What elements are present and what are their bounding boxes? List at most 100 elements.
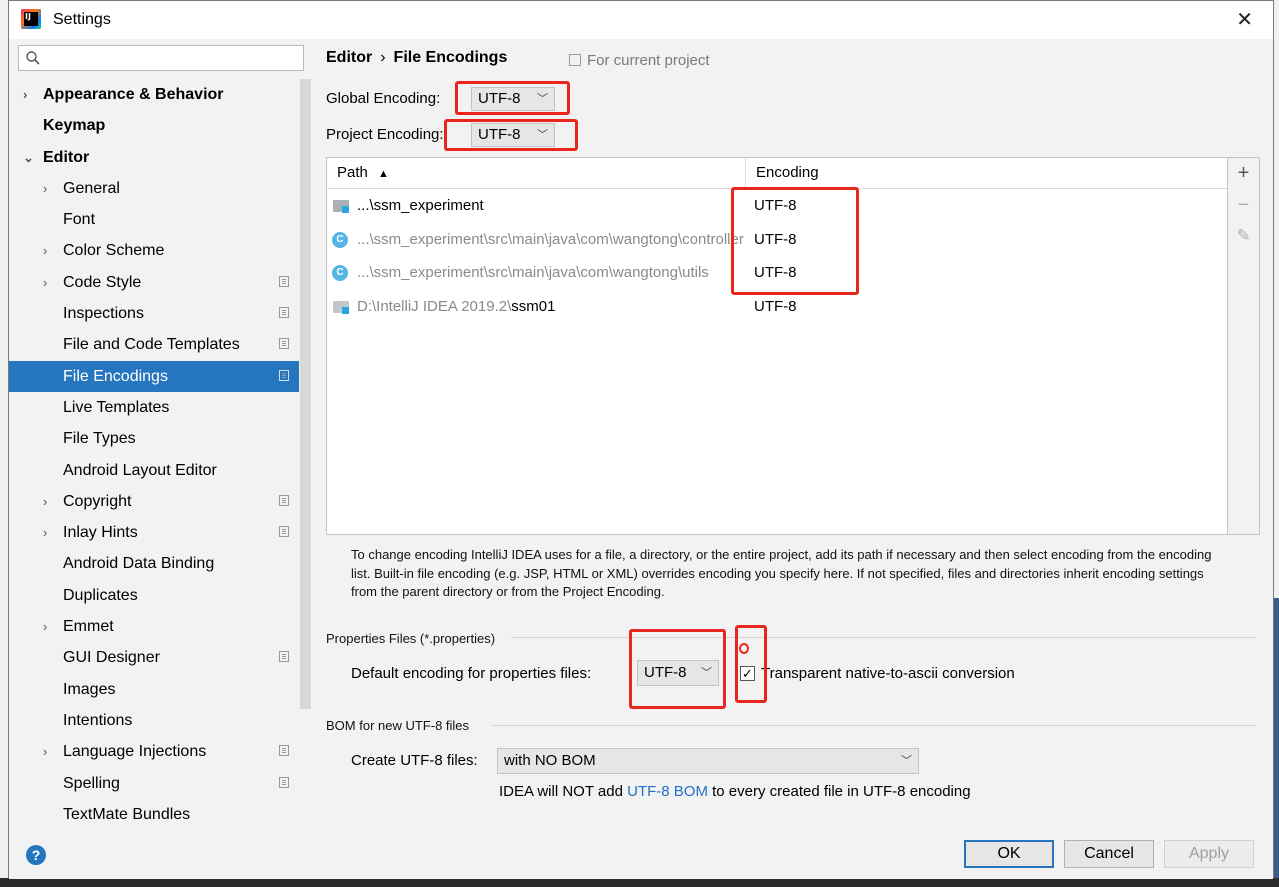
project-encoding-dropdown[interactable]: UTF-8 ﹀ [471,123,555,147]
sidebar-item-copyright[interactable]: › Copyright [9,486,299,517]
project-scope-icon [279,776,289,788]
sidebar-item-font[interactable]: Font [9,204,299,235]
path-prefix: ...\ssm_experiment\src\main\java\com\wan… [357,230,744,248]
path-cell: ...\ssm_experiment [357,189,745,223]
bom-option-value: with NO BOM [504,752,596,769]
properties-section-divider [511,637,1256,638]
chevron-right-icon[interactable]: › [43,235,47,266]
sidebar-item-android-layout-editor[interactable]: Android Layout Editor [9,455,299,486]
chevron-right-icon[interactable]: › [43,517,47,548]
sidebar-item-duplicates[interactable]: Duplicates [9,580,299,611]
bom-section-title: BOM for new UTF-8 files [326,718,470,733]
encoding-column-header[interactable]: Encoding [746,158,1226,188]
encoding-cell[interactable]: UTF-8 [754,189,797,223]
background-edge-right-blue [1274,598,1279,887]
sidebar-item-code-style[interactable]: › Code Style [9,267,299,298]
sidebar-item-label: Code Style [63,273,142,291]
project-encoding-label: Project Encoding: [326,126,444,143]
encoding-cell[interactable]: UTF-8 [754,223,797,257]
edit-icon[interactable]: ✎ [1228,226,1259,246]
chevron-right-icon[interactable]: › [43,736,47,767]
cancel-button[interactable]: Cancel [1064,840,1154,868]
sidebar-item-label: Inlay Hints [63,524,138,542]
sidebar-item-images[interactable]: Images [9,674,299,705]
chevron-right-icon[interactable]: › [43,267,47,298]
sidebar-item-inlay-hints[interactable]: › Inlay Hints [9,517,299,548]
sidebar-item-intentions[interactable]: Intentions [9,705,299,736]
chevron-right-icon[interactable]: › [43,611,47,642]
sidebar-item-file-encodings[interactable]: File Encodings [9,360,299,392]
project-scope-icon [279,651,289,663]
settings-search-input[interactable] [18,45,304,71]
chevron-down-icon[interactable]: ⌄ [23,142,34,173]
sidebar-item-label: Live Templates [63,398,170,416]
settings-sidebar: › Appearance & Behavior Keymap ⌄ Editor › Gene… [9,39,311,829]
title-bar: Settings ✕ [9,1,1273,39]
window-title: Settings [53,11,111,28]
chevron-right-icon[interactable]: › [23,79,27,110]
sidebar-item-label: Intentions [63,711,133,729]
sidebar-item-gui-designer[interactable]: GUI Designer [9,642,299,673]
sidebar-item-color-scheme[interactable]: › Color Scheme [9,235,299,266]
encoding-cell[interactable]: UTF-8 [754,290,797,324]
sidebar-item-android-data-binding[interactable]: Android Data Binding [9,548,299,579]
properties-encoding-dropdown[interactable]: UTF-8 ﹀ [637,660,719,686]
sidebar-item-emmet[interactable]: › Emmet [9,611,299,642]
path-header-label: Path [337,164,368,181]
sidebar-item-textmate-bundles[interactable]: TextMate Bundles [9,799,299,830]
add-icon[interactable]: + [1228,162,1259,185]
chevron-down-icon: ﹀ [537,93,548,105]
chevron-right-icon[interactable]: › [43,486,47,517]
project-scope-icon [569,54,581,66]
utf8-bom-link[interactable]: UTF-8 BOM [627,783,708,800]
global-encoding-value: UTF-8 [478,90,521,107]
chevron-right-icon[interactable]: › [43,173,47,204]
breadcrumb-current: File Encodings [393,49,508,66]
breadcrumb-parent: Editor [326,49,373,66]
encoding-cell[interactable]: UTF-8 [754,256,797,290]
sidebar-scrollbar[interactable] [300,79,311,709]
project-scope-icon [279,494,289,506]
sidebar-item-editor[interactable]: ⌄ Editor [9,142,299,173]
sidebar-item-language-injections[interactable]: › Language Injections [9,736,299,767]
transparent-native-to-ascii-label: Transparent native-to-ascii conversion [761,665,1015,682]
apply-button[interactable]: Apply [1164,840,1254,868]
path-name: ssm01 [511,297,556,315]
remove-icon[interactable]: − [1228,194,1259,217]
sidebar-item-file-types[interactable]: File Types [9,423,299,454]
sidebar-item-general[interactable]: › General [9,173,299,204]
for-current-project-note: For current project [569,52,710,69]
sidebar-item-label: Spelling [63,774,120,792]
table-row[interactable]: C ...\ssm_experiment\src\main\java\com\wa… [327,256,1227,290]
project-scope-icon [279,526,289,538]
background-edge-bottom [0,878,1279,887]
project-scope-icon [279,275,289,287]
sidebar-item-live-templates[interactable]: Live Templates [9,392,299,423]
table-row[interactable]: C ...\ssm_experiment\src\main\java\com\wa… [327,223,1227,257]
sidebar-item-inspections[interactable]: Inspections [9,298,299,329]
help-icon[interactable]: ? [26,845,46,865]
close-icon[interactable]: ✕ [1236,7,1253,32]
table-row[interactable]: D:\IntelliJ IDEA 2019.2\ssm01 UTF-8 [327,290,1227,324]
path-column-header[interactable]: Path ▲ [327,158,746,188]
bom-option-dropdown[interactable]: with NO BOM ﹀ [497,748,919,774]
sidebar-item-label: Android Layout Editor [63,461,217,479]
sidebar-item-label: General [63,179,120,197]
sidebar-item-file-and-code-templates[interactable]: File and Code Templates [9,329,299,360]
chevron-down-icon: ﹀ [537,129,548,141]
sidebar-item-label: File and Code Templates [63,336,240,354]
encoding-help-text: To change encoding IntelliJ IDEA uses fo… [351,547,1212,599]
global-encoding-dropdown[interactable]: UTF-8 ﹀ [471,87,555,111]
path-encoding-table: Path ▲ Encoding ...\ssm_experiment UTF-8 C… [326,157,1228,535]
sidebar-item-spelling[interactable]: Spelling [9,768,299,799]
path-prefix: ...\ssm_experiment\src\main\java\com\wan… [357,264,709,281]
bom-note: IDEA will NOT add UTF-8 BOM to every cre… [499,783,971,800]
path-name: ssm_experiment [373,197,484,214]
sidebar-item-label: Language Injections [63,743,207,761]
table-row[interactable]: ...\ssm_experiment UTF-8 [327,189,1227,223]
sidebar-item-keymap[interactable]: Keymap [9,110,299,141]
sidebar-item-appearance-behavior[interactable]: › Appearance & Behavior [9,79,299,110]
sort-ascending-icon: ▲ [378,168,389,180]
ok-button[interactable]: OK [964,840,1054,868]
transparent-native-to-ascii-checkbox[interactable]: ✓ [740,666,755,681]
